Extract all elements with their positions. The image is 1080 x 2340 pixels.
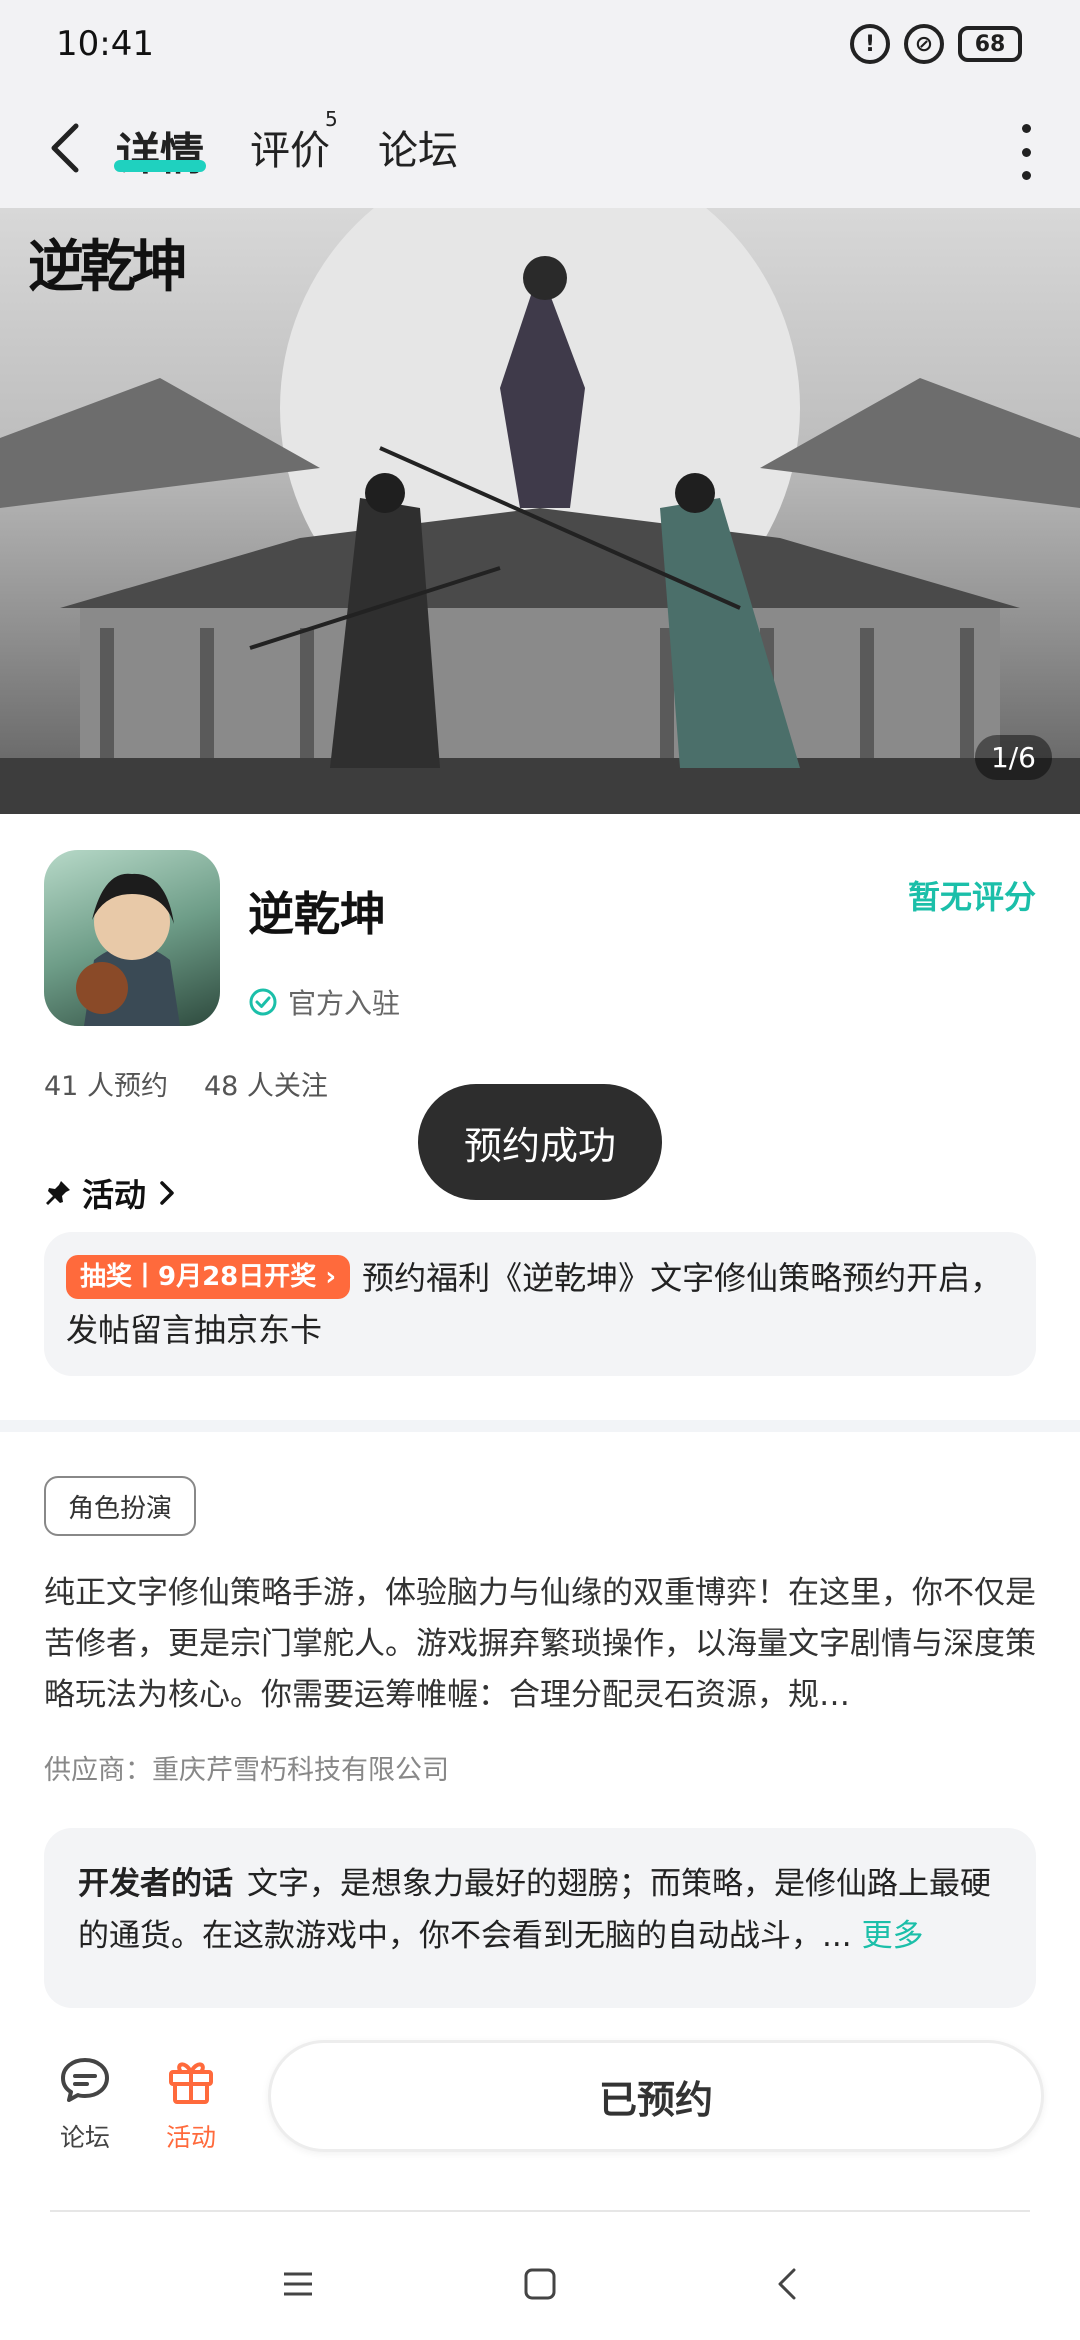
bottom-forum-button[interactable]: 论坛 [40,2052,130,2154]
developer-note-more-link[interactable]: 更多 [862,1918,924,1954]
status-time: 10:41 [56,24,154,64]
status-icons: ! ⊘ 68 [850,24,1022,64]
toast-message: 预约成功 [418,1084,662,1200]
game-description[interactable]: 纯正文字修仙策略手游，体验脑力与仙缘的双重博弈！在这里，你不仅是苦修者，更是宗门… [44,1568,1036,1721]
activity-header-label: 活动 [82,1176,147,1214]
verified-check-icon [249,988,277,1016]
more-options-button[interactable] [1016,124,1036,180]
status-bar: 10:41 ! ⊘ 68 [0,0,1080,92]
rating-status: 暂无评分 [907,878,1036,916]
bottom-divider [50,2210,1030,2212]
more-dot [1021,124,1031,133]
official-badge: 官方入驻 [248,982,400,1022]
official-label: 官方入驻 [288,987,401,1020]
battery-icon: 68 [958,26,1022,62]
back-button[interactable] [44,118,88,178]
active-tab-indicator [114,160,206,172]
gift-icon [169,2062,213,2104]
tab-forum[interactable]: 论坛 [378,118,458,176]
forum-chat-icon [61,2058,109,2102]
developer-note-label: 开发者的话 [78,1866,233,1902]
banner-carousel[interactable]: 逆乾坤 1/6 [0,208,1080,814]
app-stats: 41 人预约 48 人关注 [44,1064,328,1103]
game-logo-text: 逆乾坤 [28,234,188,300]
supplier-info: 供应商：重庆芹雪朽科技有限公司 [44,1755,449,1786]
bottom-action-bar: 论坛 活动 已预约 [0,2010,1080,2206]
reservation-count: 41 人预约 [44,1071,168,1102]
more-dot [1021,147,1031,157]
chevron-right-icon [160,1181,174,1205]
dnd-icon: ⊘ [904,24,944,64]
tab-detail[interactable]: 详情 [116,118,204,182]
more-dot [1021,171,1031,180]
lottery-tag: 抽奖丨9月28日开奖 › [66,1255,351,1299]
home-icon[interactable] [520,2264,560,2304]
lottery-tag-label: 抽奖丨9月28日开奖 [80,1262,317,1292]
app-icon [44,850,220,1026]
reserved-button[interactable]: 已预约 [268,2040,1044,2152]
bottom-activity-label: 活动 [165,2123,216,2152]
activity-section-header[interactable]: 活动 [44,1170,178,1216]
recent-apps-icon[interactable] [278,2264,318,2304]
app-name: 逆乾坤 [248,887,386,941]
notification-icon: ! [850,24,890,64]
developer-note-card[interactable]: 开发者的话 文字，是想象力最好的翅膀；而策略，是修仙路上最硬的通货。在这款游戏中，… [44,1828,1036,2008]
carousel-counter: 1/6 [974,735,1052,780]
genre-tag[interactable]: 角色扮演 [44,1476,197,1536]
follower-count: 48 人关注 [203,1071,328,1102]
bottom-forum-label: 论坛 [59,2123,110,2152]
system-back-icon[interactable] [768,2264,808,2304]
top-nav: 详情 评价 5 论坛 [0,92,1080,208]
tab-reviews[interactable]: 评价 [250,118,330,176]
activity-card[interactable]: 抽奖丨9月28日开奖 › 预约福利《逆乾坤》文字修仙策略预约开启，发帖留言抽京东卡 [44,1232,1036,1376]
bottom-activity-button[interactable]: 活动 [146,2052,236,2154]
reviews-count-badge: 5 [325,107,338,131]
section-divider [0,1420,1080,1432]
pin-icon [46,1181,70,1205]
system-nav-bar [0,2220,1080,2340]
